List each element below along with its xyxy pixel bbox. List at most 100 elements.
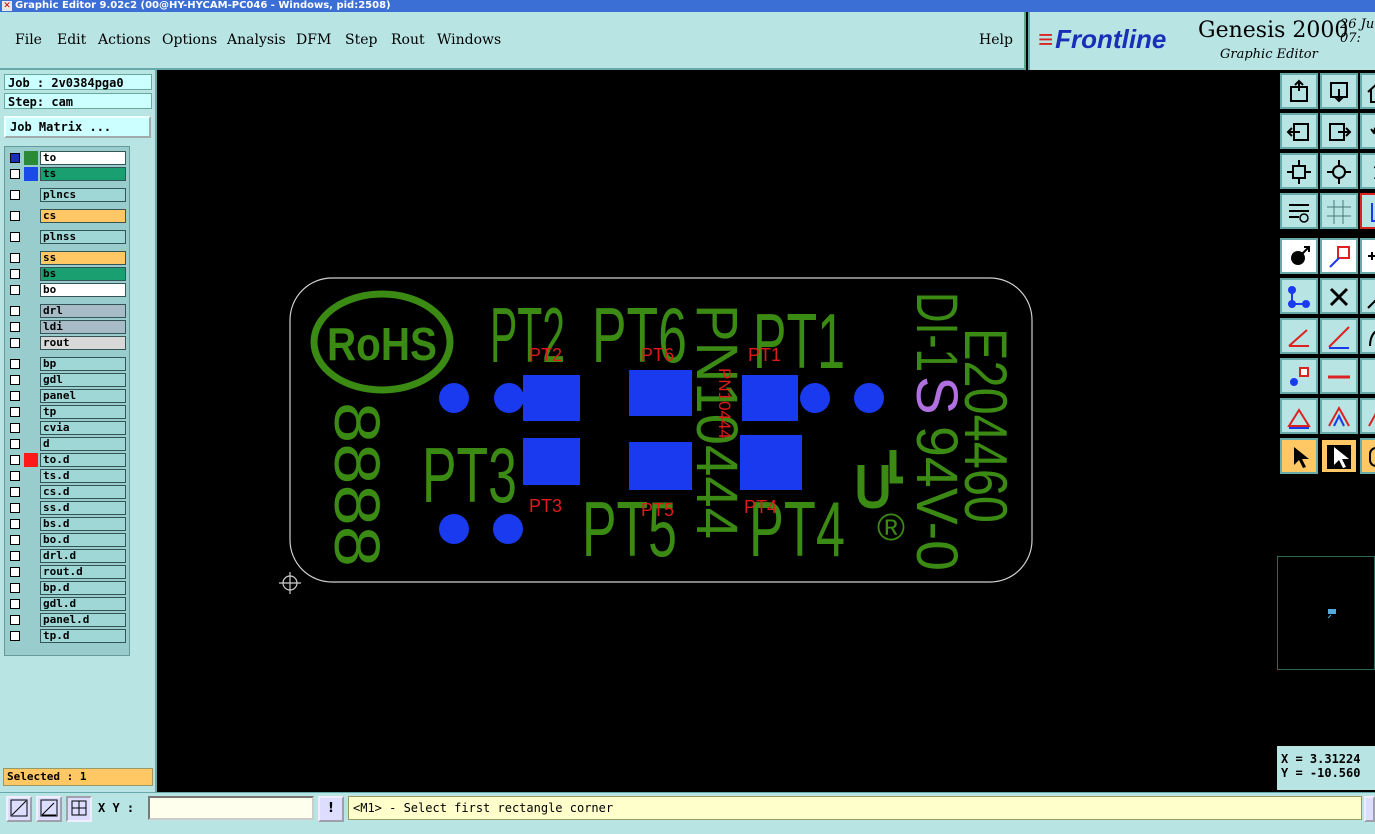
select-pad-icon[interactable] (1280, 238, 1318, 274)
menu-step[interactable]: Step (345, 32, 377, 48)
layer-row[interactable]: drl (8, 304, 126, 318)
layer-name[interactable]: drl.d (40, 549, 126, 563)
undo-icon[interactable] (1360, 113, 1375, 149)
layer-row[interactable]: panel (8, 389, 126, 403)
line-tool-icon[interactable] (1360, 278, 1375, 314)
layer-name[interactable]: bo.d (40, 533, 126, 547)
menu-options[interactable]: Options (162, 32, 217, 48)
layer-name[interactable]: bs (40, 267, 126, 281)
status-edge-button[interactable] (1364, 796, 1375, 822)
lasso-icon[interactable] (1360, 438, 1375, 474)
layer-checkbox[interactable] (10, 423, 20, 433)
menu-windows[interactable]: Windows (437, 32, 501, 48)
menu-dfm[interactable]: DFM (296, 32, 331, 48)
connect-icon[interactable] (1280, 278, 1318, 314)
layer-checkbox[interactable] (10, 455, 20, 465)
layer-checkbox[interactable] (10, 269, 20, 279)
layer-row[interactable]: to.d (8, 453, 126, 467)
layer-checkbox[interactable] (10, 407, 20, 417)
layer-name[interactable]: d (40, 437, 126, 451)
layer-name[interactable]: ts.d (40, 469, 126, 483)
layer-name[interactable]: tp.d (40, 629, 126, 643)
pointer-icon[interactable] (1280, 438, 1318, 474)
layer-checkbox[interactable] (10, 567, 20, 577)
layer-row[interactable]: rout.d (8, 565, 126, 579)
app-icon[interactable]: ✕ (2, 1, 12, 11)
layer-row[interactable]: bs (8, 267, 126, 281)
move-icon[interactable] (1320, 238, 1358, 274)
layer-checkbox[interactable] (10, 232, 20, 242)
zoom-home-icon[interactable] (1280, 73, 1318, 109)
alert-button[interactable]: ! (318, 796, 344, 822)
snap-icon[interactable] (1360, 193, 1375, 229)
pan-left-icon[interactable] (1280, 113, 1318, 149)
layer-row[interactable]: d (8, 437, 126, 451)
layer-name[interactable]: plnss (40, 230, 126, 244)
layer-row[interactable]: ts.d (8, 469, 126, 483)
layer-name[interactable]: rout.d (40, 565, 126, 579)
layer-name[interactable]: tp (40, 405, 126, 419)
menu-rout[interactable]: Rout (391, 32, 425, 48)
layer-checkbox[interactable] (10, 375, 20, 385)
scale-one-icon[interactable]: 1 (1360, 153, 1375, 189)
layer-row[interactable]: rout (8, 336, 126, 350)
layer-checkbox[interactable] (10, 211, 20, 221)
layer-row[interactable]: plncs (8, 188, 126, 202)
layer-color-swatch[interactable] (24, 167, 38, 181)
pad-marker-icon[interactable] (1280, 358, 1318, 394)
layer-checkbox[interactable] (10, 391, 20, 401)
zoom-center-icon[interactable] (1320, 153, 1358, 189)
layer-checkbox[interactable] (10, 439, 20, 449)
arc-icon[interactable] (1360, 318, 1375, 354)
pointer-select-icon[interactable] (1320, 438, 1358, 474)
horizontal-line-icon[interactable] (1320, 358, 1358, 394)
layer-row[interactable]: bp.d (8, 581, 126, 595)
layer-row[interactable]: gdl (8, 373, 126, 387)
layer-checkbox[interactable] (10, 359, 20, 369)
layer-checkbox[interactable] (10, 535, 20, 545)
house-icon[interactable] (1360, 73, 1375, 109)
vertical-line-icon[interactable] (1360, 358, 1375, 394)
pan-right-icon[interactable] (1320, 113, 1358, 149)
cross-icon[interactable] (1320, 278, 1358, 314)
layer-name[interactable]: ss.d (40, 501, 126, 515)
layer-row[interactable]: cvia (8, 421, 126, 435)
layer-name[interactable]: cs.d (40, 485, 126, 499)
layer-checkbox[interactable] (10, 169, 20, 179)
layer-checkbox[interactable] (10, 322, 20, 332)
layer-checkbox[interactable] (10, 599, 20, 609)
snap-grid-icon[interactable] (66, 796, 92, 822)
tools-icon[interactable] (1280, 193, 1318, 229)
layer-name[interactable]: gdl (40, 373, 126, 387)
layer-row[interactable]: drl.d (8, 549, 126, 563)
layer-name[interactable]: ss (40, 251, 126, 265)
layer-row[interactable]: to (8, 151, 126, 165)
grid-icon[interactable] (1320, 193, 1358, 229)
layer-row[interactable]: ldi (8, 320, 126, 334)
menu-analysis[interactable]: Analysis (227, 32, 286, 48)
xy-input[interactable] (148, 796, 314, 820)
diagonal-icon[interactable] (1320, 318, 1358, 354)
layer-row[interactable]: tp (8, 405, 126, 419)
layer-name[interactable]: bo (40, 283, 126, 297)
layer-checkbox[interactable] (10, 583, 20, 593)
layer-row[interactable]: tp.d (8, 629, 126, 643)
layer-name[interactable]: bs.d (40, 517, 126, 531)
menu-help[interactable]: Help (979, 32, 1013, 48)
layer-name[interactable]: cvia (40, 421, 126, 435)
peak-icon[interactable] (1320, 398, 1358, 434)
layer-name[interactable]: panel (40, 389, 126, 403)
layer-checkbox[interactable] (10, 503, 20, 513)
layer-row[interactable]: plnss (8, 230, 126, 244)
layer-checkbox[interactable] (10, 190, 20, 200)
layer-name[interactable]: plncs (40, 188, 126, 202)
layer-row[interactable]: bs.d (8, 517, 126, 531)
layer-checkbox[interactable] (10, 551, 20, 561)
layer-row[interactable]: bo.d (8, 533, 126, 547)
zoom-fit-icon[interactable] (1280, 153, 1318, 189)
layer-name[interactable]: ldi (40, 320, 126, 334)
angle-measure-icon[interactable] (36, 796, 62, 822)
layer-checkbox[interactable] (10, 338, 20, 348)
layer-row[interactable]: ts (8, 167, 126, 181)
layer-row[interactable]: gdl.d (8, 597, 126, 611)
